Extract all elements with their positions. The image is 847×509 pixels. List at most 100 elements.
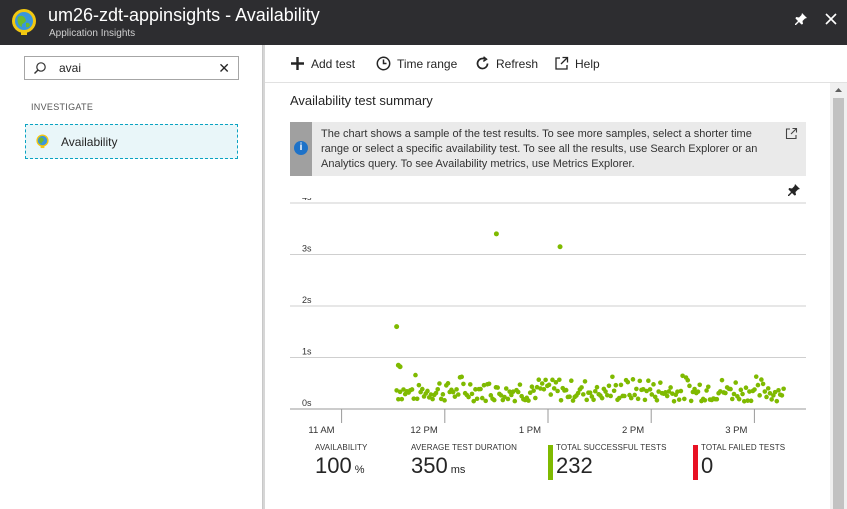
data-point bbox=[430, 396, 435, 402]
data-point bbox=[399, 396, 405, 402]
data-point bbox=[557, 377, 562, 383]
data-point bbox=[440, 392, 446, 397]
data-point bbox=[682, 396, 687, 402]
availability-tile[interactable]: AVAILABILITY 100% bbox=[315, 443, 367, 479]
data-point bbox=[425, 388, 430, 394]
data-point bbox=[628, 395, 634, 401]
data-point bbox=[779, 393, 785, 398]
failed-tests-value: 0 bbox=[701, 453, 714, 478]
successful-tests-label: TOTAL SUCCESSFUL TESTS bbox=[556, 443, 667, 452]
summary-tiles: AVAILABILITY 100% AVERAGE TEST DURATION … bbox=[265, 443, 830, 503]
data-point bbox=[486, 381, 492, 387]
data-point bbox=[454, 387, 459, 392]
data-point bbox=[781, 386, 786, 392]
data-point bbox=[546, 382, 552, 388]
availability-label: AVAILABILITY bbox=[315, 443, 368, 452]
plus-icon bbox=[291, 57, 304, 70]
refresh-button[interactable]: Refresh bbox=[475, 55, 550, 75]
availability-scatter-chart: 0s 1s 2s 3s 4s 11 AM 12 PM 1 PM 2 PM 3 PM bbox=[290, 198, 806, 436]
sidebar-item-availability[interactable]: Availability bbox=[25, 124, 238, 159]
data-point bbox=[466, 394, 471, 400]
scroll-thumb[interactable] bbox=[833, 98, 844, 509]
data-point bbox=[416, 382, 422, 388]
data-point bbox=[478, 386, 483, 392]
clock-icon bbox=[376, 56, 391, 71]
data-point bbox=[442, 398, 447, 403]
info-icon: i bbox=[294, 141, 308, 155]
data-point bbox=[625, 379, 631, 385]
avg-duration-label: AVERAGE TEST DURATION bbox=[411, 443, 517, 452]
data-point bbox=[413, 372, 418, 378]
data-point bbox=[719, 377, 725, 383]
x-tick-label: 1 PM bbox=[519, 425, 541, 436]
data-point bbox=[676, 397, 682, 402]
data-point bbox=[409, 387, 415, 392]
data-point bbox=[678, 388, 684, 394]
data-point bbox=[705, 384, 711, 390]
data-point bbox=[491, 397, 497, 403]
data-point bbox=[474, 396, 480, 402]
avg-duration-unit: ms bbox=[450, 464, 466, 476]
failed-tests-tile[interactable]: TOTAL FAILED TESTS 0 bbox=[693, 443, 785, 480]
data-point bbox=[558, 397, 564, 403]
data-point bbox=[738, 387, 744, 393]
data-point-outlier bbox=[397, 364, 403, 370]
successful-tests-tile[interactable]: TOTAL SUCCESSFUL TESTS 232 bbox=[548, 443, 667, 480]
data-point bbox=[752, 387, 757, 392]
data-point bbox=[622, 393, 627, 399]
vertical-scrollbar[interactable] bbox=[830, 83, 847, 509]
external-link-icon[interactable] bbox=[785, 127, 798, 140]
data-point bbox=[748, 398, 754, 404]
data-point bbox=[646, 378, 651, 384]
application-insights-icon bbox=[12, 9, 36, 35]
refresh-icon bbox=[476, 56, 489, 70]
add-test-button[interactable]: Add test bbox=[290, 55, 360, 75]
info-stripe: i bbox=[290, 122, 312, 176]
avg-duration-tile[interactable]: AVERAGE TEST DURATION 350 ms bbox=[411, 443, 517, 479]
data-point bbox=[541, 386, 547, 392]
success-color-bar bbox=[548, 445, 553, 480]
data-point bbox=[635, 396, 641, 402]
data-point bbox=[664, 393, 670, 399]
close-icon[interactable] bbox=[820, 8, 842, 30]
window-title: um26-zdt-appinsights - Availability bbox=[48, 5, 320, 25]
menu-search-input[interactable] bbox=[59, 60, 209, 76]
data-point bbox=[695, 389, 701, 394]
data-point bbox=[445, 381, 451, 386]
data-point bbox=[515, 389, 521, 395]
data-point bbox=[618, 382, 624, 388]
data-point bbox=[548, 392, 554, 397]
data-point bbox=[526, 398, 531, 403]
y-tick-label: 3s bbox=[302, 244, 312, 254]
data-point bbox=[658, 380, 663, 385]
data-point bbox=[461, 381, 466, 387]
data-point bbox=[584, 397, 590, 403]
data-point bbox=[687, 383, 692, 389]
pin-icon[interactable] bbox=[790, 8, 812, 30]
data-point bbox=[483, 398, 488, 404]
data-point bbox=[563, 387, 569, 393]
data-point bbox=[495, 385, 500, 390]
data-point bbox=[654, 397, 660, 403]
info-text: The chart shows a sample of the test res… bbox=[321, 128, 758, 170]
blade-content: Availability test summary i The chart sh… bbox=[265, 83, 830, 509]
data-point bbox=[765, 386, 771, 391]
data-point-outlier bbox=[493, 231, 499, 237]
successful-tests-value: 232 bbox=[556, 453, 593, 478]
data-point bbox=[647, 387, 653, 392]
x-tick-label: 11 AM bbox=[308, 425, 334, 436]
time-range-button[interactable]: Time range bbox=[376, 55, 461, 75]
data-point bbox=[642, 397, 648, 403]
scroll-up-arrow-icon[interactable] bbox=[830, 83, 847, 97]
clear-search-icon[interactable]: ✕ bbox=[218, 60, 230, 76]
data-point bbox=[651, 382, 656, 387]
pin-chart-icon[interactable] bbox=[787, 183, 801, 197]
sidebar-item-label: Availability bbox=[61, 135, 118, 149]
data-point bbox=[613, 382, 619, 388]
data-point bbox=[668, 385, 673, 390]
time-range-label: Time range bbox=[397, 57, 458, 71]
help-button[interactable]: Help bbox=[554, 55, 609, 75]
data-point bbox=[632, 392, 637, 398]
data-point bbox=[459, 374, 465, 380]
data-point bbox=[512, 398, 518, 404]
